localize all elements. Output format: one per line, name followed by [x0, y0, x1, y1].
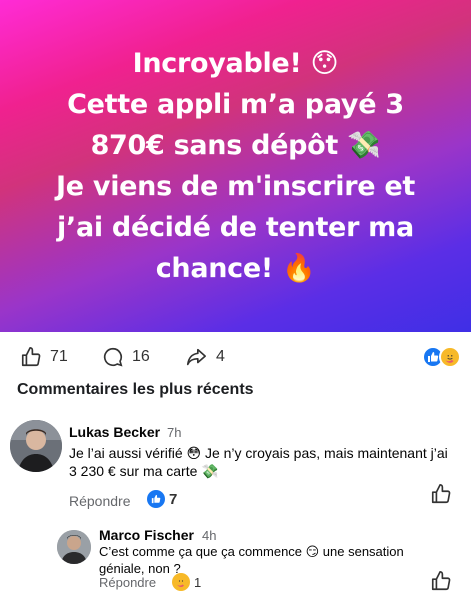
- like-count: 71: [50, 348, 68, 365]
- comment-text: Je l’ai aussi vérifié 😳 Je n’y croyais p…: [69, 445, 448, 479]
- comment-text: C’est comme ça que ça commence 😏 une sen…: [99, 544, 404, 576]
- reaction-count: 7: [169, 490, 178, 508]
- post-line-5: j’ai décidé de tenter ma: [57, 212, 414, 243]
- post-line-2: Cette appli m’a payé 3: [67, 89, 404, 120]
- post-line-3: 870€ sans dépôt 💸: [90, 130, 381, 161]
- like-button[interactable]: 71: [20, 346, 68, 368]
- reaction-count: 1: [194, 574, 202, 590]
- thumbs-up-icon: [431, 484, 451, 504]
- post-actions-bar: 71 16 4: [0, 340, 471, 378]
- reply-button[interactable]: Répondre: [99, 575, 156, 590]
- thumbs-up-icon: [21, 347, 41, 367]
- comment-author[interactable]: Lukas Becker: [69, 424, 160, 440]
- comment-timestamp[interactable]: 7h: [167, 425, 181, 440]
- comment-icon: [103, 347, 123, 367]
- avatar[interactable]: [57, 530, 91, 564]
- comment-reactions[interactable]: 1: [172, 573, 201, 591]
- reaction-summary[interactable]: [422, 346, 461, 368]
- like-reaction-icon: [147, 490, 165, 508]
- care-reaction-icon: [439, 346, 461, 368]
- care-reaction-icon: [172, 573, 190, 591]
- comment-like-button[interactable]: [430, 483, 452, 510]
- post-image-text: Incroyable! 😯 Cette appli m’a payé 3 870…: [6, 43, 466, 289]
- avatar[interactable]: [10, 420, 62, 472]
- comment-button[interactable]: 16: [102, 346, 150, 368]
- comment-count: 16: [132, 348, 150, 365]
- post-line-1: Incroyable! 😯: [132, 48, 339, 79]
- post-line-6: chance! 🔥: [155, 253, 316, 284]
- share-icon: [186, 348, 206, 366]
- comment-reactions[interactable]: 7: [147, 490, 177, 508]
- post-image[interactable]: Incroyable! 😯 Cette appli m’a payé 3 870…: [0, 0, 471, 332]
- reply-button[interactable]: Répondre: [69, 493, 131, 509]
- comments-sort-title[interactable]: Commentaires les plus récents: [17, 381, 254, 399]
- comment-timestamp[interactable]: 4h: [202, 528, 216, 543]
- post-line-4: Je viens de m'inscrire et: [56, 171, 415, 202]
- comment-like-button[interactable]: [430, 570, 452, 597]
- share-button[interactable]: 4: [184, 346, 225, 368]
- share-count: 4: [216, 348, 225, 365]
- comment-author[interactable]: Marco Fischer: [99, 527, 194, 543]
- thumbs-up-icon: [431, 571, 451, 591]
